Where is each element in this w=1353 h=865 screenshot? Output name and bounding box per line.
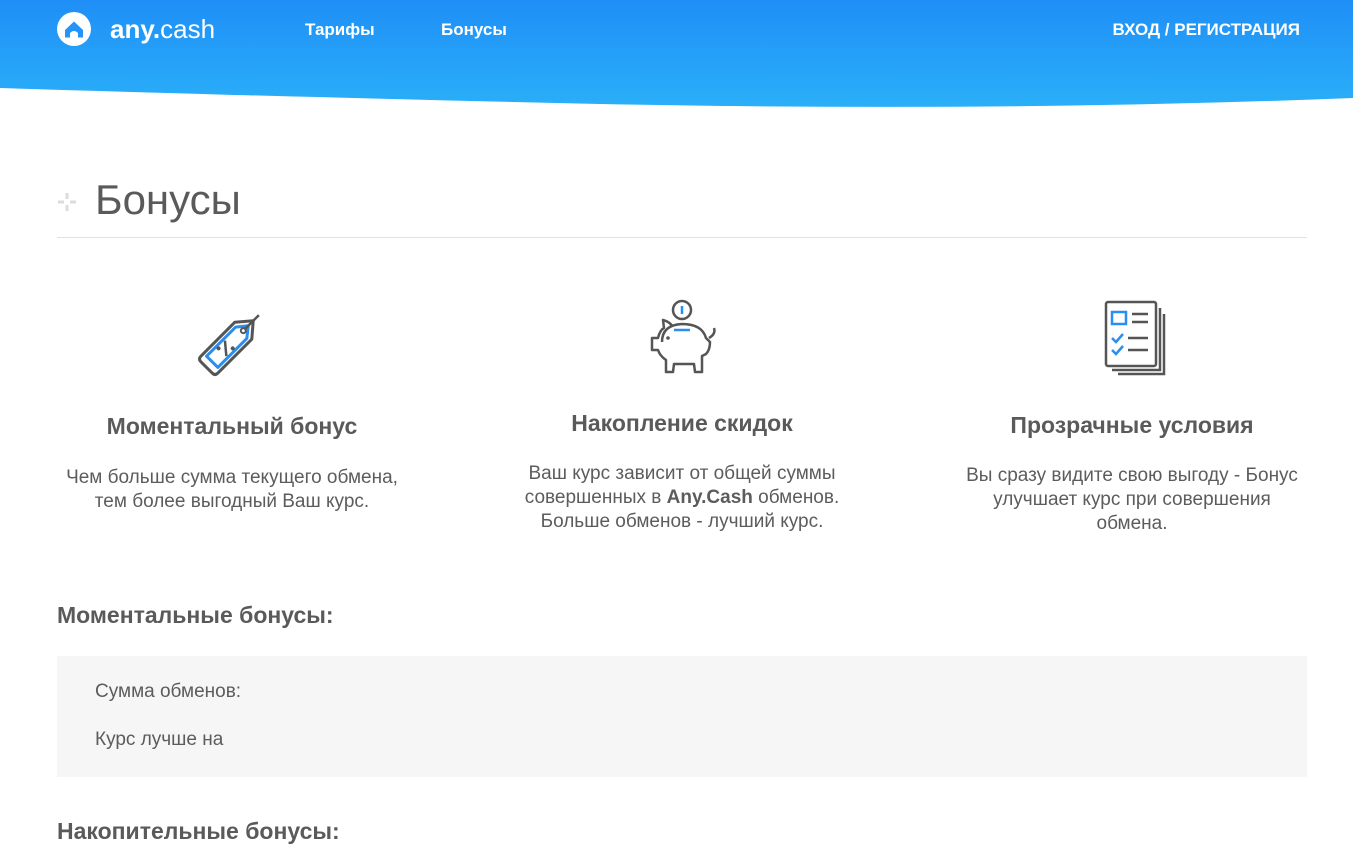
logo-brand-light: cash bbox=[160, 14, 216, 44]
nav-link-bonuses[interactable]: Бонусы bbox=[441, 19, 507, 41]
feature-description: Вы сразу видите свою выгоду - Бонус улуч… bbox=[966, 465, 1298, 534]
better-rate-label: Курс лучше на bbox=[95, 729, 224, 750]
feature-transparent-terms: Прозрачные условия Вы сразу видите свою … bbox=[957, 298, 1307, 536]
plus-decoration-icon bbox=[58, 193, 76, 211]
feature-title: Накопление скидок bbox=[571, 410, 793, 436]
logo[interactable]: any.cash bbox=[57, 12, 215, 46]
nav-link-tariffs[interactable]: Тарифы bbox=[305, 19, 375, 41]
document-checklist-icon bbox=[1104, 300, 1166, 376]
feature-title: Моментальный бонус bbox=[106, 413, 358, 439]
logo-text: any.cash bbox=[110, 12, 215, 46]
feature-instant-bonus: Моментальный бонус Чем больше сумма теку… bbox=[57, 298, 407, 514]
piggy-bank-icon bbox=[650, 299, 716, 374]
feature-title: Прозрачные условия bbox=[1010, 412, 1254, 438]
price-tag-percent-icon bbox=[197, 314, 260, 377]
feature-description: Чем больше сумма текущего обмена, тем бо… bbox=[66, 467, 398, 512]
site-header: any.cash Тарифы Бонусы ВХОД / РЕГИСТРАЦИ… bbox=[0, 0, 1353, 110]
home-logo-icon bbox=[57, 12, 91, 46]
feature-description: Ваш курс зависит от общей суммы совершен… bbox=[507, 462, 857, 534]
brand-name: Any.Cash bbox=[666, 487, 753, 508]
exchange-amount-label: Сумма обменов: bbox=[95, 681, 242, 702]
logo-brand-bold: any. bbox=[110, 14, 161, 44]
login-register-link[interactable]: ВХОД / РЕГИСТРАЦИЯ bbox=[1112, 19, 1300, 41]
page-title: Бонусы bbox=[95, 176, 241, 223]
feature-discount-accumulation: Накопление скидок Ваш курс зависит от об… bbox=[507, 298, 857, 534]
cumulative-bonuses-title: Накопительные бонусы: bbox=[57, 818, 340, 844]
page-title-section: Бонусы bbox=[57, 172, 1307, 238]
instant-bonuses-table: Сумма обменов: Курс лучше на bbox=[57, 656, 1307, 777]
instant-bonuses-title: Моментальные бонусы: bbox=[57, 602, 334, 628]
